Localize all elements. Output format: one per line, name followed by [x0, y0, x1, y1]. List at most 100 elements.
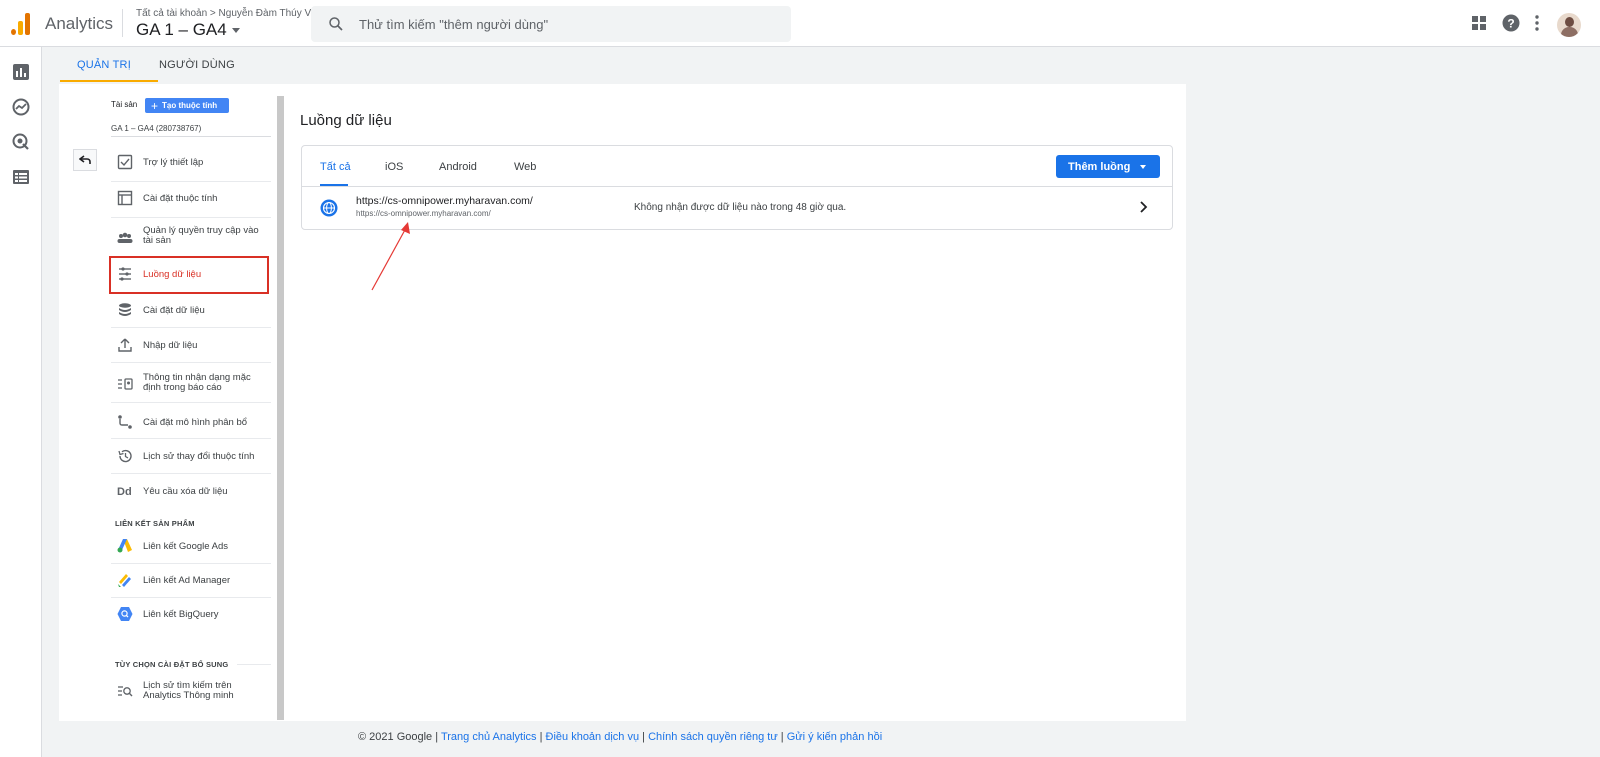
nav-item-change-history[interactable]: Lịch sử thay đổi thuộc tính — [111, 448, 271, 474]
globe-icon — [320, 199, 338, 217]
tab-web[interactable]: Web — [514, 161, 536, 173]
footer-link-privacy[interactable]: Chính sách quyền riêng tư — [648, 731, 778, 743]
annotation-arrow — [371, 222, 410, 291]
nav-item-bigquery-links[interactable]: Liên kết BigQuery — [111, 606, 271, 632]
database-icon — [119, 303, 131, 316]
property-selector[interactable]: GA 1 – GA4 — [136, 20, 240, 40]
nav-item-label: Thông tin nhận dạng mặc định trong báo c… — [143, 372, 251, 393]
people-icon — [117, 232, 133, 243]
create-property-label: Tạo thuộc tính — [162, 101, 218, 110]
nav-scrollbar[interactable] — [277, 96, 284, 720]
property-label: Tài sản — [111, 100, 138, 109]
nav-item-label: Cài đặt thuộc tính — [143, 193, 218, 204]
footer-link-terms[interactable]: Điều khoản dịch vụ — [546, 731, 640, 743]
chevron-right-icon[interactable] — [1136, 200, 1150, 214]
top-bar: Analytics Tất cả tài khoản > Nguyễn Đàm … — [0, 0, 1600, 47]
add-stream-button[interactable]: Thêm luồng — [1056, 155, 1160, 178]
footer-separator: | — [642, 731, 645, 743]
ad-manager-icon — [118, 574, 131, 587]
search-history-icon — [118, 686, 133, 697]
nav-item-label: Cài đặt mô hình phân bổ — [143, 417, 248, 428]
nav-item-label: Liên kết Ad Manager — [143, 575, 231, 586]
tab-android[interactable]: Android — [439, 161, 477, 173]
tab-ios[interactable]: iOS — [385, 161, 403, 173]
attribution-icon — [118, 415, 132, 429]
explore-icon[interactable] — [12, 98, 30, 116]
create-property-button[interactable]: + Tạo thuộc tính — [145, 98, 229, 113]
nav-item-ad-manager-links[interactable]: Liên kết Ad Manager — [111, 572, 271, 598]
property-nav: Tài sản + Tạo thuộc tính GA 1 – GA4 (2807… — [59, 84, 285, 721]
footer-link-analytics-home[interactable]: Trang chủ Analytics — [441, 731, 537, 743]
nav-item-setup-assistant[interactable]: Trợ lý thiết lập — [111, 154, 271, 182]
nav-item-label: Lịch sử tìm kiếm trên Analytics Thông mi… — [143, 680, 234, 701]
data-streams-panel: Tất cả iOS Android Web Thêm luồng https:… — [301, 145, 1173, 230]
reports-icon[interactable] — [12, 63, 30, 81]
nav-item-data-settings[interactable]: Cài đặt dữ liệu — [111, 302, 271, 328]
nav-item-data-deletion[interactable]: Dd Yêu cầu xóa dữ liệu — [111, 483, 271, 509]
tab-users[interactable]: NGƯỜI DÙNG — [159, 59, 235, 71]
breadcrumb[interactable]: Tất cả tài khoản > Nguyễn Đàm Thúy Vy — [136, 8, 316, 19]
property-id: GA 1 – GA4 (280738767) — [111, 124, 202, 133]
nav-item-google-ads-links[interactable]: Liên kết Google Ads — [111, 538, 271, 564]
add-stream-label: Thêm luồng — [1068, 160, 1131, 173]
more-vert-icon[interactable] — [1527, 13, 1547, 33]
nav-item-label: Trợ lý thiết lập — [143, 157, 204, 168]
property-name: GA 1 – GA4 — [136, 20, 227, 39]
google-ads-icon — [117, 539, 132, 553]
nav-item-label: Lịch sử thay đổi thuộc tính — [143, 451, 255, 462]
data-deletion-icon: Dd — [117, 486, 132, 498]
footer-link-feedback[interactable]: Gửi ý kiến phản hồi — [787, 731, 882, 743]
page-title: Luồng dữ liệu — [300, 112, 392, 129]
tab-admin[interactable]: QUẢN TRỊ — [77, 59, 131, 71]
left-rail — [0, 47, 42, 757]
svg-text:Dd: Dd — [117, 486, 132, 498]
divider — [237, 664, 271, 665]
nav-item-property-settings[interactable]: Cài đặt thuộc tính — [111, 190, 271, 218]
copyright: © 2021 Google | — [358, 731, 439, 743]
plus-icon: + — [151, 98, 159, 113]
nav-item-data-import[interactable]: Nhập dữ liệu — [111, 337, 271, 363]
checkbox-icon — [117, 154, 133, 170]
nav-item-label: Yêu cầu xóa dữ liệu — [143, 486, 228, 497]
search-input[interactable]: Thử tìm kiếm "thêm người dùng" — [311, 6, 791, 42]
nav-item-label: Quản lý quyền truy cập vào tài sản — [143, 225, 259, 246]
advertising-icon[interactable] — [12, 133, 30, 151]
search-placeholder: Thử tìm kiếm "thêm người dùng" — [359, 17, 549, 32]
nav-item-access-management[interactable]: Quản lý quyền truy cập vào tài sản — [111, 225, 271, 257]
admin-tabs: QUẢN TRỊ NGƯỜI DÙNG — [42, 47, 1600, 83]
stream-status: Không nhận được dữ liệu nào trong 48 giờ… — [634, 202, 847, 213]
footer-separator: | — [780, 731, 784, 743]
nav-item-label: Liên kết BigQuery — [143, 609, 219, 620]
tab-active-indicator — [60, 80, 158, 82]
nav-item-reporting-identity[interactable]: Thông tin nhận dạng mặc định trong báo c… — [111, 372, 271, 404]
back-button[interactable] — [73, 149, 97, 171]
configure-icon[interactable] — [12, 168, 30, 186]
divider — [111, 136, 271, 137]
property-settings-icon — [117, 190, 133, 206]
stream-url: https://cs-omnipower.myharavan.com/ — [356, 209, 491, 218]
back-arrow-icon — [79, 155, 91, 164]
reporting-identity-icon — [118, 378, 133, 390]
nav-item-label: Nhập dữ liệu — [143, 340, 198, 351]
stream-name: https://cs-omnipower.myharavan.com/ — [356, 195, 533, 207]
nav-item-attribution-settings[interactable]: Cài đặt mô hình phân bổ — [111, 414, 271, 440]
analytics-logo-icon[interactable] — [10, 11, 32, 35]
product-links-heading: LIÊN KẾT SẢN PHẨM — [115, 519, 195, 528]
app-title[interactable]: Analytics — [45, 14, 113, 34]
chevron-down-icon — [231, 28, 240, 34]
nav-item-label: Cài đặt dữ liệu — [143, 305, 205, 316]
additional-settings-heading: TÙY CHỌN CÀI ĐẶT BỔ SUNG — [115, 660, 229, 669]
upload-icon — [118, 338, 132, 352]
tab-all[interactable]: Tất cả — [320, 161, 351, 173]
svg-text:?: ? — [1507, 17, 1514, 31]
footer-separator: | — [539, 731, 543, 743]
bigquery-icon — [117, 607, 133, 621]
divider — [122, 9, 123, 37]
nav-item-search-history[interactable]: Lịch sử tìm kiếm trên Analytics Thông mi… — [111, 681, 271, 707]
history-icon — [118, 449, 132, 463]
search-icon — [329, 17, 343, 31]
nav-item-label: Liên kết Google Ads — [143, 541, 229, 552]
help-icon[interactable]: ? — [1501, 13, 1521, 33]
avatar[interactable] — [1557, 13, 1581, 37]
apps-grid-icon[interactable] — [1469, 13, 1489, 33]
